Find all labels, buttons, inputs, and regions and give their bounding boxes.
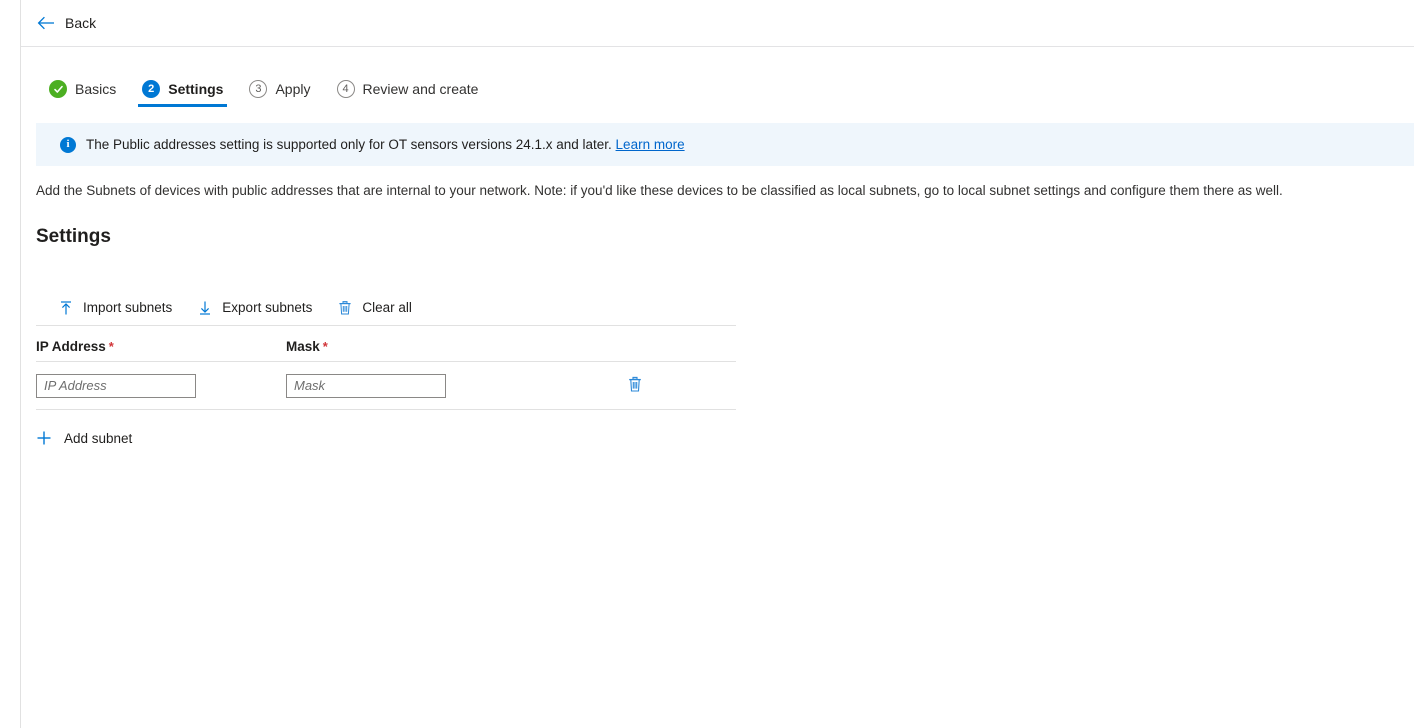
page-root: Back Basics 2 Settings 3 Apply [0,0,1414,728]
content-area: Basics 2 Settings 3 Apply 4 Review and c… [21,47,1414,728]
column-header-mask: Mask* [286,339,586,354]
wizard-step-review-and-create[interactable]: 4 Review and create [324,80,492,107]
upload-icon [58,300,74,316]
page-description: Add the Subnets of devices with public a… [36,182,1414,200]
page-title: Settings [36,226,1414,248]
column-header-mask-label: Mask [286,339,320,354]
export-subnets-label: Export subnets [222,300,312,315]
table-header-row: IP Address* Mask* [36,326,736,362]
wizard-step-basics-label: Basics [75,81,116,97]
wizard-step-apply-label: Apply [275,81,310,97]
clear-all-button[interactable]: Clear all [337,296,423,320]
wizard-step-settings-label: Settings [168,81,223,97]
wizard-step-settings[interactable]: 2 Settings [129,80,236,107]
info-banner-message: The Public addresses setting is supporte… [86,137,612,152]
import-subnets-label: Import subnets [83,300,172,315]
step-number-badge: 4 [337,80,355,98]
info-banner: i The Public addresses setting is suppor… [36,123,1414,166]
ip-address-input[interactable] [36,374,196,398]
cell-mask [286,374,586,398]
left-rail-divider [0,0,21,728]
add-subnet-label: Add subnet [64,431,132,446]
import-subnets-button[interactable]: Import subnets [58,296,183,320]
wizard-step-review-and-create-label: Review and create [363,81,479,97]
learn-more-link[interactable]: Learn more [616,137,685,152]
info-banner-text: The Public addresses setting is supporte… [86,137,685,152]
column-header-ip-address-label: IP Address [36,339,106,354]
required-asterisk: * [109,339,114,354]
clear-all-label: Clear all [362,300,412,315]
table-toolbar: Import subnets Export subnets [36,290,736,326]
table-row [36,362,736,410]
arrow-left-icon [37,16,55,30]
download-icon [197,300,213,316]
top-command-bar: Back [21,0,1414,47]
plus-icon [36,430,52,446]
step-number-badge: 3 [249,80,267,98]
subnets-table: Import subnets Export subnets [36,290,736,410]
add-subnet-button[interactable]: Add subnet [36,426,138,450]
mask-input[interactable] [286,374,446,398]
step-number-badge: 2 [142,80,160,98]
info-icon: i [60,137,76,153]
wizard-step-apply[interactable]: 3 Apply [236,80,323,107]
back-button[interactable]: Back [29,11,104,35]
delete-row-button[interactable] [624,373,646,399]
cell-ip-address [36,374,286,398]
export-subnets-button[interactable]: Export subnets [197,296,323,320]
cell-actions [586,373,706,399]
column-header-ip-address: IP Address* [36,339,286,354]
wizard-step-basics[interactable]: Basics [36,80,129,107]
wizard-steps: Basics 2 Settings 3 Apply 4 Review and c… [21,47,1414,107]
check-circle-icon [49,80,67,98]
trash-icon [627,376,643,396]
back-button-label: Back [65,15,96,31]
required-asterisk: * [323,339,328,354]
trash-icon [337,300,353,316]
